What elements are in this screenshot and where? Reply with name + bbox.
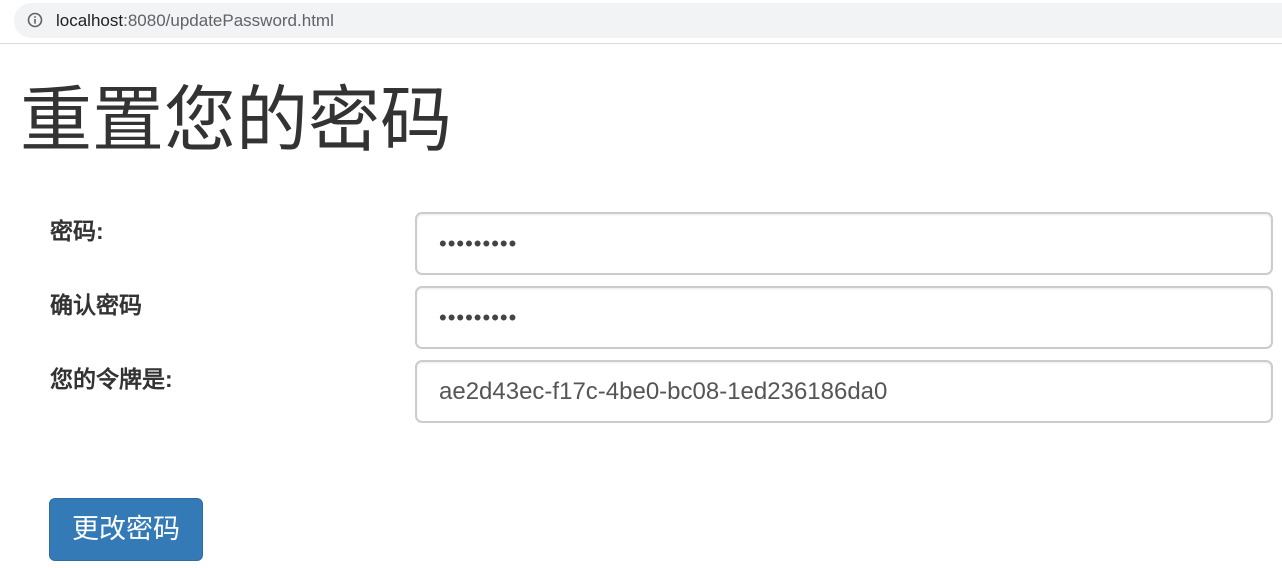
page-title: 重置您的密码 — [20, 81, 453, 161]
info-icon[interactable] — [27, 12, 43, 28]
token-label: 您的令牌是: — [50, 366, 173, 392]
password-input[interactable] — [415, 212, 1273, 275]
confirm-password-label: 确认密码 — [50, 292, 142, 318]
token-input[interactable] — [415, 360, 1273, 423]
password-row: 密码: — [0, 212, 1282, 276]
confirm-password-input[interactable] — [415, 286, 1273, 349]
url-path: :8080/updatePassword.html — [123, 11, 334, 30]
password-label: 密码: — [50, 218, 104, 244]
token-row: 您的令牌是: — [0, 360, 1282, 424]
confirm-password-row: 确认密码 — [0, 286, 1282, 350]
url-host: localhost — [56, 11, 124, 30]
url-field[interactable]: localhost:8080/updatePassword.html — [14, 3, 1282, 38]
browser-address-bar: localhost:8080/updatePassword.html — [0, 0, 1282, 44]
change-password-button[interactable]: 更改密码 — [49, 498, 203, 561]
url-text: localhost:8080/updatePassword.html — [56, 11, 334, 31]
